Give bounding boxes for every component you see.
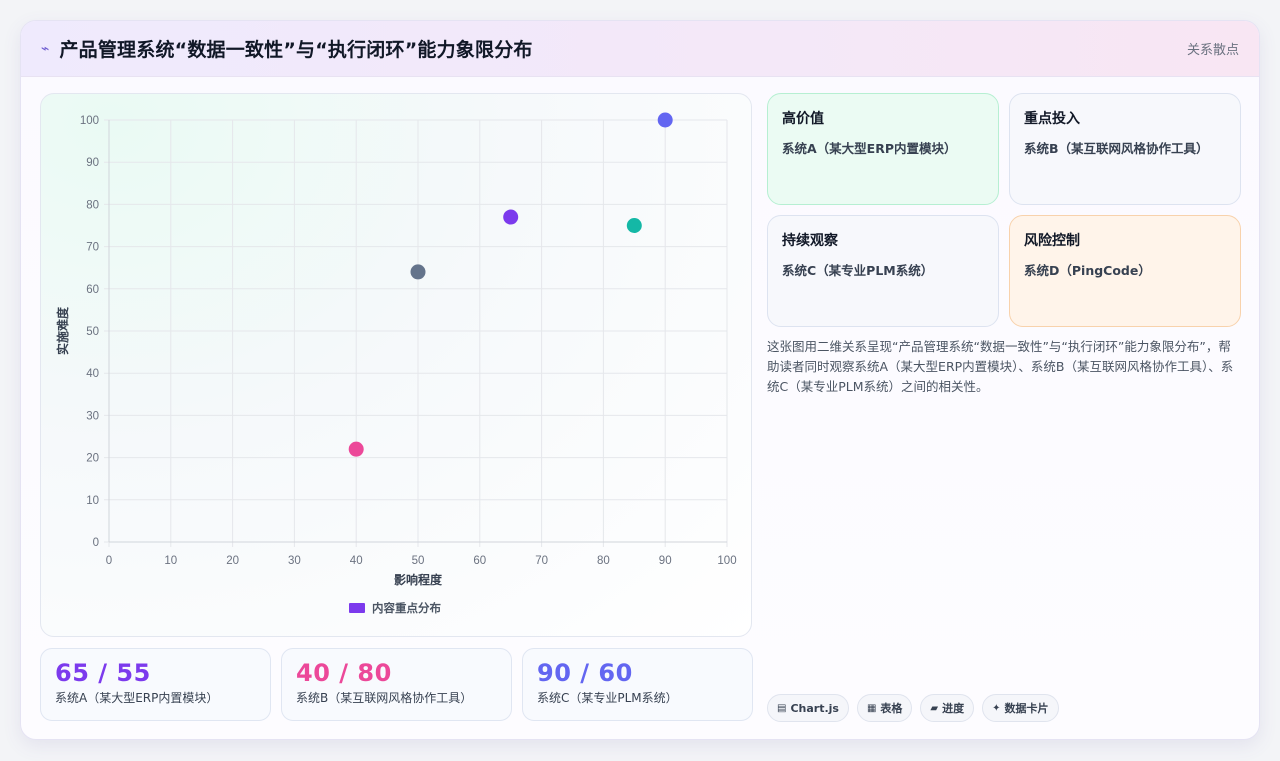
sparkle-icon: ✦ [992, 702, 1001, 714]
pill-label: 进度 [942, 702, 965, 715]
chart-icon: ▤ [777, 702, 787, 714]
quadrant-system: 系统C（某专业PLM系统） [782, 263, 934, 278]
x-tick-label: 90 [659, 555, 672, 567]
pill-chartjs[interactable]: ▤ Chart.js [767, 694, 849, 722]
y-tick-label: 20 [86, 453, 99, 465]
y-tick-label: 90 [86, 157, 99, 169]
x-tick-label: 80 [597, 555, 610, 567]
scatter-point [626, 218, 642, 233]
stat-value: 65 / 55 [55, 659, 151, 687]
chart-description: 这张图用二维关系呈现“产品管理系统“数据一致性”与“执行闭环”能力象限分布”，帮… [767, 339, 1234, 394]
quadrant-key-investment: 重点投入 系统B（某互联网风格协作工具） [1009, 93, 1241, 205]
y-tick-label: 60 [86, 284, 99, 296]
x-tick-label: 0 [106, 555, 112, 567]
quadrant-system: 系统D（PingCode） [1024, 263, 1151, 278]
header: ⌁ 产品管理系统“数据一致性”与“执行闭环”能力象限分布 关系散点 [21, 21, 1259, 77]
y-tick-label: 30 [86, 410, 99, 422]
y-tick-label: 10 [86, 495, 99, 507]
stat-card-system-b: 40 / 80 系统B（某互联网风格协作工具） [281, 648, 512, 721]
stat-value: 90 / 60 [537, 659, 633, 687]
y-tick-label: 50 [86, 326, 99, 338]
stat-label: 系统C（某专业PLM系统） [537, 691, 678, 705]
y-tick-label: 100 [80, 115, 99, 127]
legend-label: 内容重点分布 [372, 601, 441, 615]
y-tick-label: 80 [86, 199, 99, 211]
pill-label: 表格 [880, 702, 903, 715]
legend-swatch [349, 603, 365, 613]
scatter-chart-panel: 0 10 20 30 40 50 60 70 80 90 100 0 10 20 30 40 50 60 70 80 9… [40, 93, 752, 637]
feature-pills: ▤ Chart.js ▦ 表格 ▰ 进度 ✦ 数据卡片 [767, 694, 1059, 722]
pill-data-cards[interactable]: ✦ 数据卡片 [982, 694, 1059, 722]
stat-label: 系统B（某互联网风格协作工具） [296, 691, 473, 705]
x-axis-label: 影响程度 [394, 572, 443, 587]
scatter-point [348, 441, 364, 457]
y-tick-label: 40 [86, 368, 99, 380]
pill-progress[interactable]: ▰ 进度 [920, 694, 975, 722]
pill-label: 数据卡片 [1004, 702, 1049, 715]
x-tick-label: 70 [535, 555, 548, 567]
scatter-point [503, 209, 519, 225]
scatter-chart: 0 10 20 30 40 50 60 70 80 90 100 0 10 20 30 40 50 60 70 80 9… [55, 112, 737, 615]
quadrant-title: 高价值 [782, 111, 824, 127]
quadrant-watch: 持续观察 系统C（某专业PLM系统） [767, 215, 999, 327]
y-axis-label: 实施难度 [55, 306, 70, 355]
progress-icon: ▰ [930, 702, 939, 714]
stat-value: 40 / 80 [296, 659, 392, 687]
x-tick-label: 20 [226, 555, 239, 567]
y-tick-label: 0 [93, 537, 99, 549]
scatter-point [410, 264, 426, 280]
chart-type-tag: 关系散点 [1186, 43, 1239, 58]
x-tick-label: 30 [288, 555, 301, 567]
lightning-icon: ⌁ [41, 40, 50, 57]
scatter-point [657, 112, 673, 128]
stat-card-system-a: 65 / 55 系统A（某大型ERP内置模块） [40, 648, 271, 721]
quadrant-system: 系统A（某大型ERP内置模块） [782, 141, 957, 156]
x-tick-label: 40 [350, 555, 363, 567]
table-icon: ▦ [866, 702, 877, 714]
x-tick-label: 100 [717, 555, 736, 567]
stat-label: 系统A（某大型ERP内置模块） [55, 691, 219, 705]
x-tick-label: 10 [164, 555, 177, 567]
x-tick-label: 50 [412, 555, 425, 567]
quadrant-risk-control: 风险控制 系统D（PingCode） [1009, 215, 1241, 327]
quadrant-high-value: 高价值 系统A（某大型ERP内置模块） [767, 93, 999, 205]
page-title: 产品管理系统“数据一致性”与“执行闭环”能力象限分布 [59, 39, 533, 61]
quadrant-title: 持续观察 [782, 233, 838, 249]
pill-table[interactable]: ▦ 表格 [856, 694, 913, 722]
y-tick-label: 70 [86, 242, 99, 254]
quadrant-title: 重点投入 [1024, 111, 1080, 127]
x-tick-label: 60 [473, 555, 486, 567]
quadrant-system: 系统B（某互联网风格协作工具） [1024, 141, 1209, 156]
main-card: ⌁ 产品管理系统“数据一致性”与“执行闭环”能力象限分布 关系散点 0 10 20 3… [20, 20, 1260, 740]
quadrant-title: 风险控制 [1024, 233, 1080, 249]
pill-label: Chart.js [790, 701, 839, 715]
stat-card-system-c: 90 / 60 系统C（某专业PLM系统） [522, 648, 753, 721]
